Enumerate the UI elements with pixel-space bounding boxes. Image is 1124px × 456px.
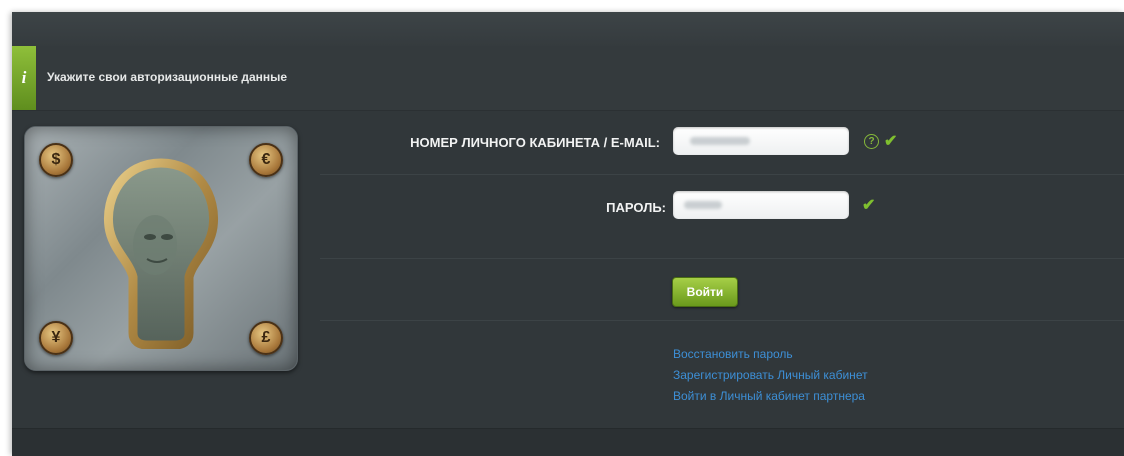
info-bar: i Укажите свои авторизационные данные bbox=[12, 46, 1124, 111]
form-divider bbox=[320, 174, 1124, 175]
euro-coin-icon: € bbox=[249, 143, 283, 177]
restore-password-link[interactable]: Восстановить пароль bbox=[673, 347, 793, 361]
help-icon[interactable]: ? bbox=[864, 134, 879, 149]
login-button[interactable]: Войти bbox=[672, 277, 738, 307]
dollar-coin-icon: $ bbox=[39, 143, 73, 177]
pound-coin-icon: £ bbox=[249, 321, 283, 355]
form-divider bbox=[320, 320, 1124, 321]
account-value-redacted bbox=[690, 137, 750, 145]
info-message: Укажите свои авторизационные данные bbox=[47, 70, 288, 84]
yen-coin-icon: ¥ bbox=[39, 321, 73, 355]
bottom-bar bbox=[12, 428, 1124, 456]
password-value-redacted bbox=[684, 201, 722, 209]
form-divider bbox=[320, 258, 1124, 259]
info-icon: i bbox=[12, 46, 36, 110]
register-link[interactable]: Зарегистрировать Личный кабинет bbox=[673, 368, 868, 382]
password-label: ПАРОЛЬ: bbox=[606, 200, 666, 215]
keyhole-illustration: $ € ¥ £ bbox=[24, 126, 298, 371]
password-check-icon: ✔ bbox=[862, 197, 876, 214]
partner-login-link[interactable]: Войти в Личный кабинет партнера bbox=[673, 389, 865, 403]
account-check-icon: ✔ bbox=[884, 133, 898, 150]
keyhole-icon bbox=[103, 158, 219, 349]
account-label: НОМЕР ЛИЧНОГО КАБИНЕТА / E-MAIL: bbox=[410, 135, 660, 150]
top-strip bbox=[12, 12, 1124, 47]
